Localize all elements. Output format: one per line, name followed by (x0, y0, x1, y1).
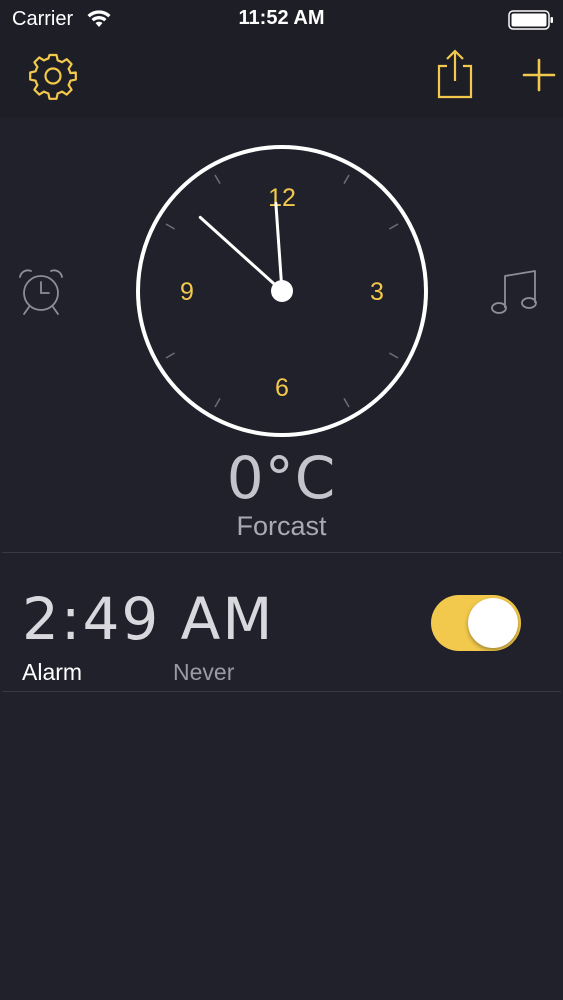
clock-label-6: 6 (275, 374, 289, 402)
gear-icon[interactable] (28, 52, 78, 102)
share-icon[interactable] (433, 48, 477, 100)
battery-full-icon (508, 10, 553, 30)
alarm-time: 2:49 AM (22, 585, 275, 653)
clock-label-9: 9 (180, 278, 194, 306)
alarm-row[interactable]: 2:49 AM Alarm Never (2, 552, 561, 692)
alarm-label: Alarm (22, 659, 83, 685)
status-time: 11:52 AM (238, 7, 325, 29)
status-bar: Carrier 11:52 AM (0, 0, 563, 40)
clock-minute-hand (198, 215, 284, 293)
forecast-label: Forcast (236, 511, 327, 541)
clock-tick (343, 398, 350, 408)
music-note-icon[interactable] (489, 268, 541, 318)
plus-icon[interactable] (521, 57, 557, 93)
alarm-repeat: Never (173, 659, 235, 685)
clock-label-3: 3 (370, 278, 384, 306)
nav-bar (0, 40, 563, 118)
temperature-value: 0°C (226, 444, 337, 512)
clock-tick (389, 223, 399, 230)
clock-tick (165, 352, 175, 359)
clock-tick (165, 223, 175, 230)
alarm-clock-icon[interactable] (16, 266, 66, 318)
analog-clock: 12 3 6 9 (136, 145, 428, 437)
toggle-knob (468, 598, 518, 648)
clock-label-12: 12 (268, 184, 296, 212)
clock-center-pin (271, 280, 293, 302)
clock-tick (214, 174, 221, 184)
clock-tick (214, 398, 221, 408)
clock-tick (343, 174, 350, 184)
alarm-toggle[interactable] (431, 595, 521, 651)
clock-tick (389, 352, 399, 359)
clock-hour-hand (274, 201, 284, 293)
